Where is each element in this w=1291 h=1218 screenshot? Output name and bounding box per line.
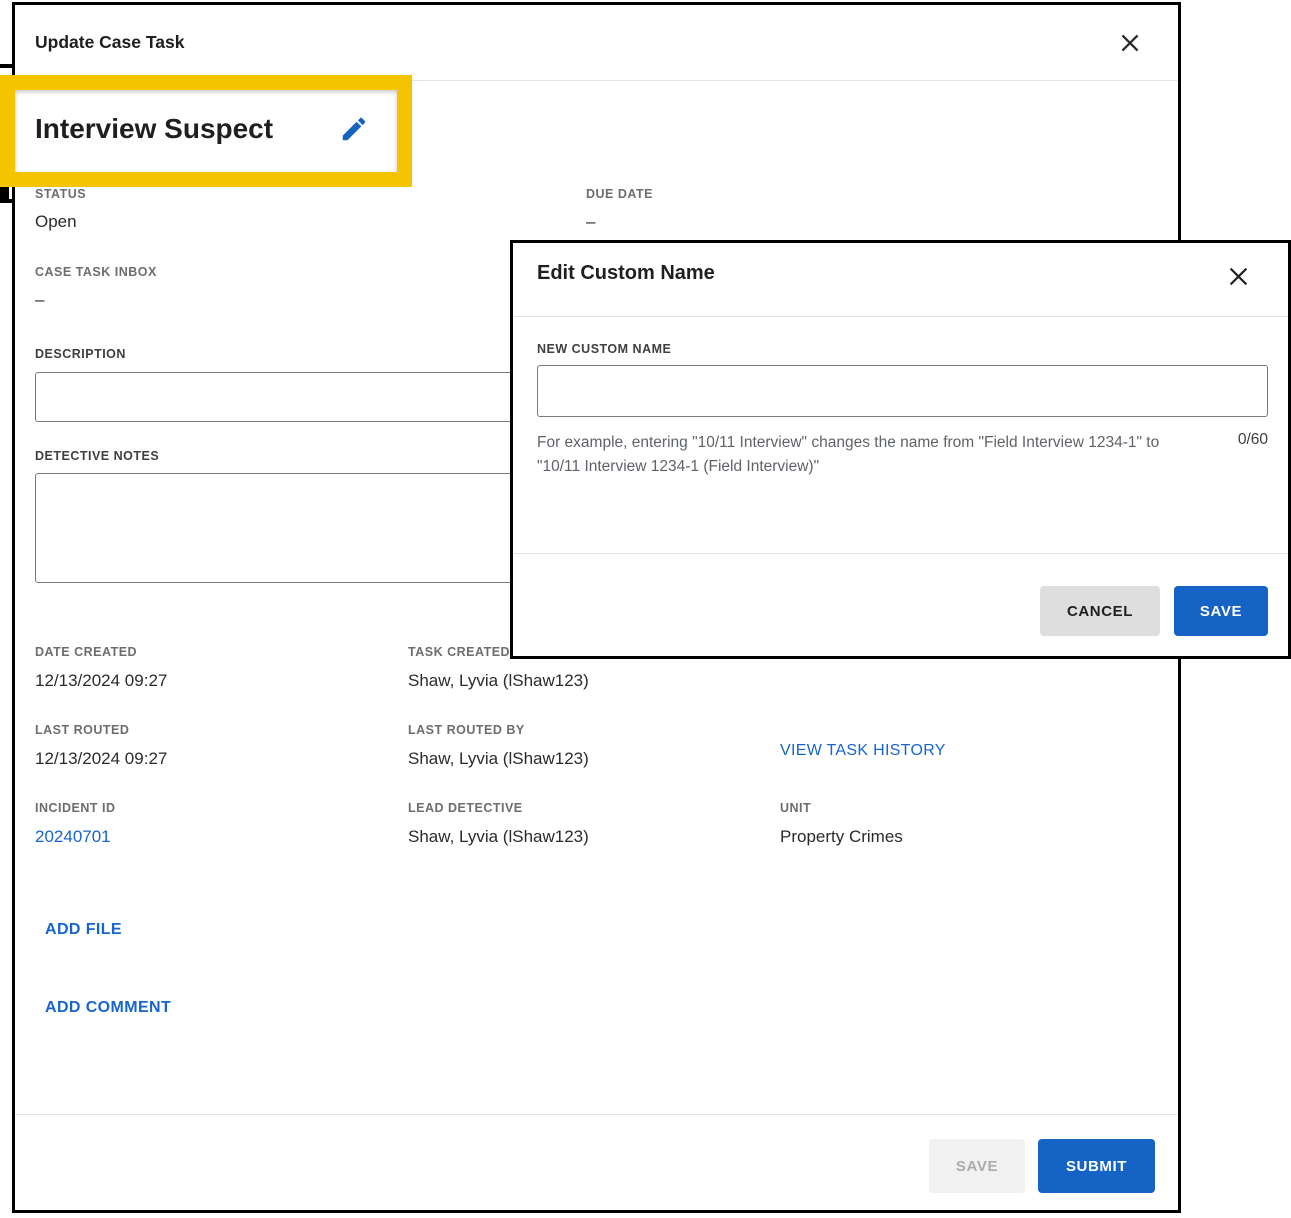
highlight-box	[0, 75, 412, 187]
new-custom-name-input[interactable]	[537, 365, 1268, 417]
description-label: DESCRIPTION	[35, 347, 126, 361]
edit-footer-divider	[513, 553, 1288, 554]
status-label: STATUS	[35, 187, 86, 201]
due-date-value: –	[586, 212, 595, 232]
unit-value: Property Crimes	[780, 827, 903, 847]
cancel-button[interactable]: CANCEL	[1040, 586, 1160, 636]
edit-close-button[interactable]	[1225, 262, 1253, 290]
last-routed-label: LAST ROUTED	[35, 723, 129, 737]
dialog-title: Update Case Task	[35, 32, 184, 53]
save-button[interactable]: SAVE	[929, 1139, 1025, 1193]
helper-text: For example, entering "10/11 Interview" …	[537, 431, 1185, 479]
date-created-value: 12/13/2024 09:27	[35, 671, 167, 691]
last-routed-by-label: LAST ROUTED BY	[408, 723, 525, 737]
close-button[interactable]	[1117, 29, 1145, 57]
close-icon	[1225, 263, 1253, 290]
unit-label: UNIT	[780, 801, 811, 815]
edit-header-divider	[513, 316, 1288, 317]
date-created-label: DATE CREATED	[35, 645, 137, 659]
add-file-link[interactable]: ADD FILE	[45, 921, 122, 939]
status-value: Open	[35, 212, 77, 232]
edit-dialog-title: Edit Custom Name	[537, 262, 715, 285]
lead-detective-value: Shaw, Lyvia (lShaw123)	[408, 827, 589, 847]
helper-row: For example, entering "10/11 Interview" …	[537, 431, 1268, 479]
lead-detective-label: LEAD DETECTIVE	[408, 801, 523, 815]
char-counter: 0/60	[1238, 431, 1268, 449]
screen: Update Case Task Interview Suspect STATU…	[0, 0, 1291, 1218]
edit-save-button[interactable]: SAVE	[1174, 586, 1268, 636]
task-created-by-value: Shaw, Lyvia (lShaw123)	[408, 671, 589, 691]
close-icon	[1117, 30, 1145, 56]
detective-notes-label: DETECTIVE NOTES	[35, 449, 159, 463]
view-task-history-link[interactable]: VIEW TASK HISTORY	[780, 742, 946, 760]
annotation-fragment	[0, 64, 14, 68]
last-routed-value: 12/13/2024 09:27	[35, 749, 167, 769]
last-routed-by-value: Shaw, Lyvia (lShaw123)	[408, 749, 589, 769]
footer-divider	[15, 1114, 1178, 1115]
incident-id-link[interactable]: 20240701	[35, 827, 111, 847]
add-comment-link[interactable]: ADD COMMENT	[45, 999, 171, 1017]
incident-id-label: INCIDENT ID	[35, 801, 116, 815]
due-date-label: DUE DATE	[586, 187, 653, 201]
case-task-inbox-value: –	[35, 290, 44, 310]
annotation-fragment	[0, 199, 14, 203]
submit-button[interactable]: SUBMIT	[1038, 1139, 1155, 1193]
new-custom-name-label: NEW CUSTOM NAME	[537, 342, 671, 356]
edit-custom-name-dialog: Edit Custom Name NEW CUSTOM NAME For exa…	[510, 240, 1291, 659]
case-task-inbox-label: CASE TASK INBOX	[35, 265, 157, 279]
